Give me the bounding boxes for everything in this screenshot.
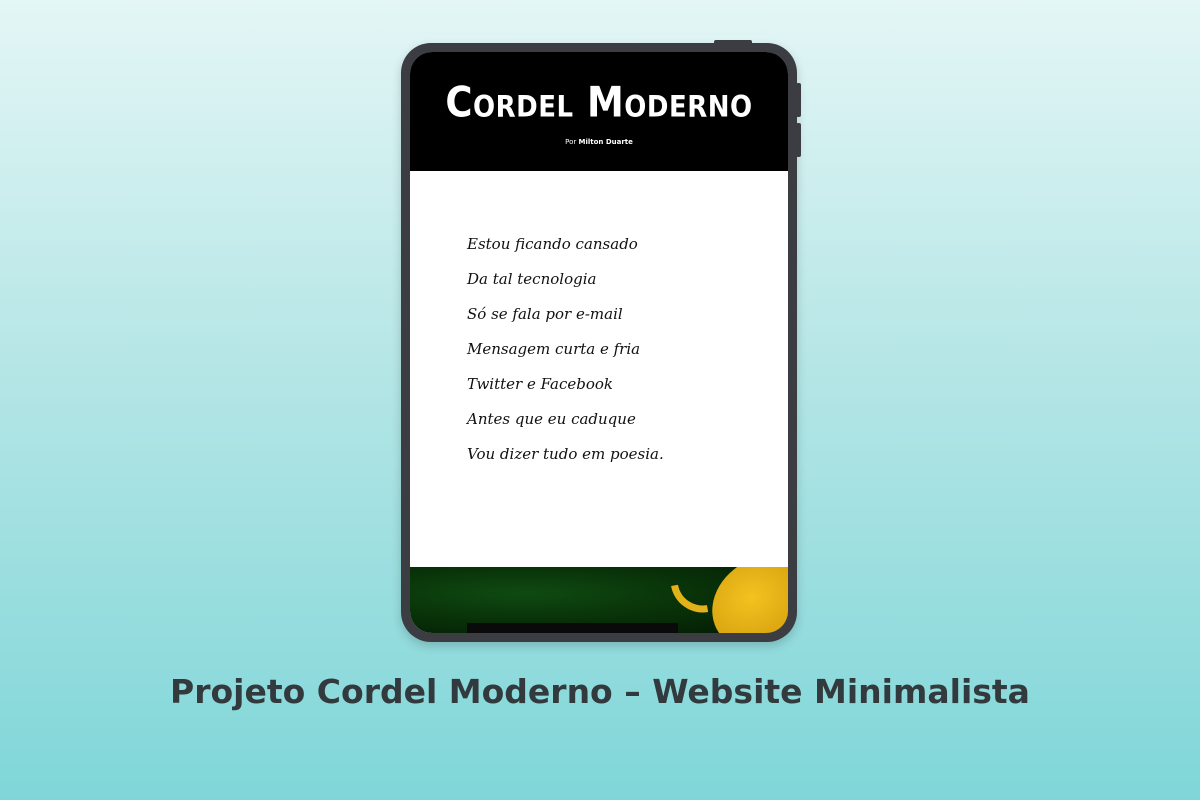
hero-image [410, 567, 788, 633]
byline-prefix: Por [565, 138, 577, 146]
poem-stanza: Estou ficando cansado Da tal tecnologia … [467, 234, 664, 479]
poem-line: Estou ficando cansado [467, 235, 638, 253]
poem-line: Só se fala por e-mail [467, 305, 623, 323]
power-button [714, 40, 752, 45]
volume-up-button [796, 83, 801, 117]
poem-line: Twitter e Facebook [467, 375, 613, 393]
image-caption-bar [467, 623, 678, 633]
volume-down-button [796, 123, 801, 157]
tablet-mockup: Cordel Moderno Por Milton Duarte Estou f… [401, 40, 801, 642]
byline-author: Milton Duarte [578, 138, 633, 146]
site-header: Cordel Moderno Por Milton Duarte [410, 52, 788, 171]
poem-line: Da tal tecnologia [467, 270, 597, 288]
poem-line: Antes que eu caduque [467, 410, 636, 428]
site-title[interactable]: Cordel Moderno [410, 79, 788, 126]
project-caption: Projeto Cordel Moderno – Website Minimal… [170, 672, 1030, 711]
poem-line: Mensagem curta e fria [467, 340, 641, 358]
tablet-screen: Cordel Moderno Por Milton Duarte Estou f… [410, 52, 788, 633]
poem-line: Vou dizer tudo em poesia. [467, 445, 664, 463]
byline: Por Milton Duarte [410, 138, 788, 146]
